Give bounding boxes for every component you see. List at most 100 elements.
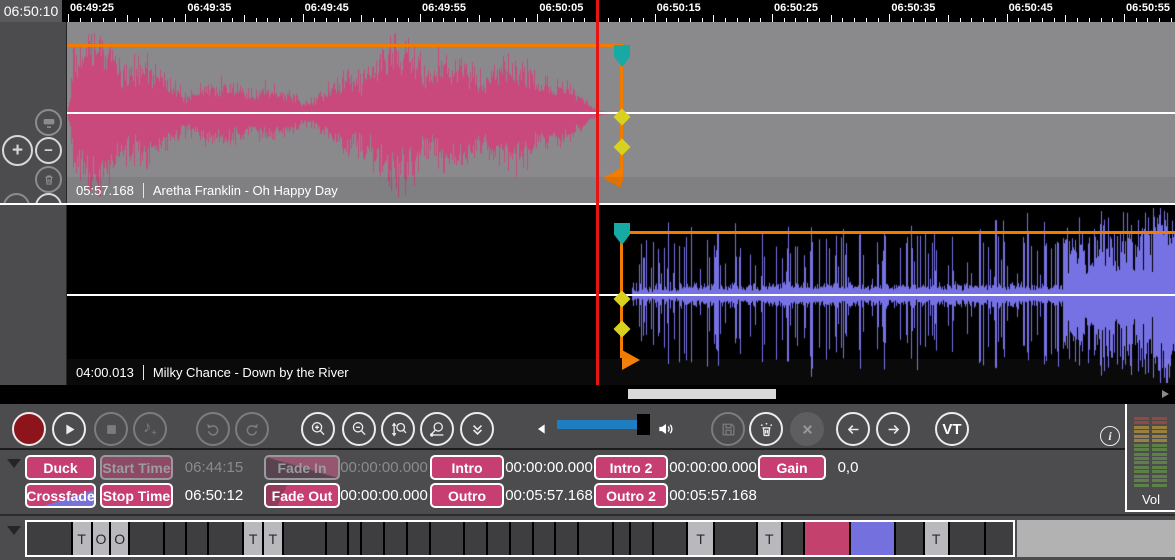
play-button[interactable] <box>52 412 86 446</box>
playlist-cell[interactable] <box>165 522 187 555</box>
zoom-out-track-button[interactable]: − <box>35 137 62 164</box>
horizontal-scrollbar[interactable] <box>0 385 1175 404</box>
add-note-button[interactable]: ♪+ <box>133 412 167 446</box>
tick-label: 06:49:25 <box>70 2 114 14</box>
stop-time-button[interactable]: Stop Time <box>100 483 173 508</box>
playlist-cell[interactable] <box>327 522 350 555</box>
track-1-lane[interactable]: 05:57.168 Aretha Franklin - Oh Happy Day <box>67 22 1175 203</box>
playback-cursor[interactable] <box>596 0 599 385</box>
playlist-cell-O[interactable]: O <box>93 522 112 555</box>
discard-take-icon <box>757 420 776 439</box>
playlist-cell[interactable] <box>362 522 385 555</box>
playlist-cell[interactable] <box>408 522 431 555</box>
playlist-cell[interactable] <box>349 522 362 555</box>
undo-button[interactable] <box>196 412 230 446</box>
zoom-out-button[interactable] <box>342 412 376 446</box>
vol-meter-segment <box>1134 439 1149 442</box>
record-button[interactable] <box>12 412 46 446</box>
playlist-cell-T[interactable]: T <box>73 522 93 555</box>
info-icon: i <box>1108 429 1111 444</box>
outro2-button[interactable]: Outro 2 <box>594 483 668 508</box>
playlist-cell-T[interactable]: T <box>264 522 284 555</box>
volume-slider-handle[interactable] <box>637 414 650 435</box>
nav-forward-button[interactable] <box>876 412 910 446</box>
zoom-in-button[interactable] <box>301 412 335 446</box>
tick-label: 06:50:15 <box>657 2 701 14</box>
playlist-cell[interactable] <box>465 522 488 555</box>
stop-button[interactable] <box>94 412 128 446</box>
vt-label: VT <box>942 421 961 438</box>
playlist-cell[interactable] <box>654 522 689 555</box>
playlist-cell[interactable] <box>27 522 73 555</box>
timeline-ruler[interactable]: 06:50:10 06:49:2506:49:3506:49:4506:49:5… <box>0 0 1175 22</box>
zoom-in-track-button[interactable]: + <box>2 135 33 166</box>
playlist-cell[interactable] <box>187 522 210 555</box>
tick <box>889 14 890 22</box>
intro-button[interactable]: Intro <box>430 455 504 480</box>
track-2-envelope-line[interactable] <box>622 231 1175 234</box>
zoom-selection-button[interactable] <box>420 412 454 446</box>
volume-slider[interactable] <box>557 420 649 429</box>
gain-button[interactable]: Gain <box>758 455 826 480</box>
playlist-cell[interactable] <box>631 522 654 555</box>
playlist-cell[interactable] <box>950 522 987 555</box>
scrollbar-right-arrow-icon[interactable] <box>1162 390 1169 398</box>
playlist-cell-T[interactable]: T <box>244 522 264 555</box>
collapse-all-button[interactable] <box>460 412 494 446</box>
playlist-cell[interactable] <box>130 522 165 555</box>
playlist-cell-T[interactable]: T <box>688 522 715 555</box>
playlist-cell[interactable] <box>986 522 1013 555</box>
track-2-lane[interactable]: 04:00.013 Milky Chance - Down by the Riv… <box>67 205 1175 385</box>
playlist-cell[interactable] <box>851 522 896 555</box>
nav-back-button[interactable] <box>836 412 870 446</box>
delete-track-button[interactable] <box>35 166 62 193</box>
scrollbar-thumb[interactable] <box>628 389 776 399</box>
playlist-empty-region[interactable] <box>1017 520 1175 557</box>
outro-button[interactable]: Outro <box>430 483 504 508</box>
discard-take-button[interactable] <box>749 412 783 446</box>
redo-button[interactable] <box>235 412 269 446</box>
playlist-cell[interactable] <box>488 522 511 555</box>
save-button[interactable] <box>711 412 745 446</box>
playlist-cell[interactable] <box>556 522 579 555</box>
playlist-cell-T[interactable]: T <box>758 522 783 555</box>
playlist-cell[interactable] <box>896 522 925 555</box>
fade-in-button[interactable]: Fade In <box>264 455 340 480</box>
zoom-vertical-button[interactable] <box>381 412 415 446</box>
playlist-cell[interactable] <box>579 522 614 555</box>
voice-track-button[interactable]: VT <box>935 412 969 446</box>
playlist-cell[interactable] <box>534 522 557 555</box>
playlist-cell[interactable] <box>209 522 244 555</box>
info-button[interactable]: i <box>1100 426 1120 446</box>
playlist-expander-arrow[interactable] <box>7 526 21 535</box>
playlist-cell[interactable] <box>715 522 758 555</box>
start-time-button[interactable]: Start Time <box>100 455 173 480</box>
playlist-cell[interactable] <box>614 522 631 555</box>
playlist-cell-T[interactable]: T <box>925 522 950 555</box>
toolbar: ♪+ <box>0 404 1175 448</box>
close-button[interactable] <box>790 412 824 446</box>
speaker-min-icon[interactable] <box>534 421 550 437</box>
tick <box>244 15 245 22</box>
intro2-value: 00:00:00.000 <box>670 455 756 480</box>
playlist-cell[interactable] <box>385 522 408 555</box>
intro2-button[interactable]: Intro 2 <box>594 455 668 480</box>
nav-back-icon <box>845 421 862 438</box>
crossfade-button[interactable]: Crossfade <box>25 483 96 508</box>
playlist-cell-O[interactable]: O <box>111 522 130 555</box>
track-1-title: Aretha Franklin - Oh Happy Day <box>153 183 338 198</box>
duck-button[interactable]: Duck <box>25 455 96 480</box>
track-1-envelope-line[interactable] <box>67 44 623 47</box>
track-1-duration: 05:57.168 <box>76 183 134 198</box>
tick <box>1124 14 1125 22</box>
playlist-cell[interactable] <box>431 522 466 555</box>
playlist-cell[interactable] <box>284 522 327 555</box>
speaker-max-icon[interactable] <box>656 419 676 439</box>
fade-out-button[interactable]: Fade Out <box>264 483 340 508</box>
playlist-cell[interactable] <box>805 522 851 555</box>
playlist-cell[interactable] <box>511 522 534 555</box>
collapse-waveform-button[interactable] <box>35 109 62 136</box>
track-2-title: Milky Chance - Down by the River <box>153 365 349 380</box>
editor-expander-arrow[interactable] <box>7 459 21 468</box>
playlist-cell[interactable] <box>783 522 806 555</box>
